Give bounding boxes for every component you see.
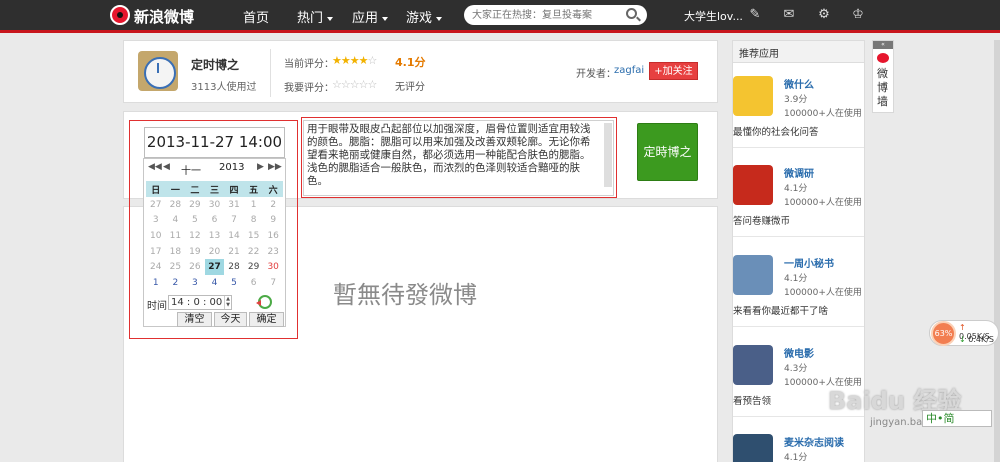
input-method-bar[interactable]: 中•简: [922, 410, 992, 427]
weibo-logo-icon: [877, 53, 889, 63]
arrow-down-icon: ↓: [959, 335, 966, 344]
nav-label: 首页: [243, 11, 270, 26]
no-score-text: 无评分: [395, 82, 425, 93]
weibo-wall-tab[interactable]: « 微博墙: [872, 40, 894, 113]
divider: [270, 49, 271, 97]
download-speed: ↓ 0.4K/S: [959, 335, 994, 344]
app-thumbnail-icon[interactable]: [733, 434, 773, 462]
chevron-down-icon: [327, 16, 334, 21]
nav-label: 应用: [352, 11, 379, 26]
app-users: 100000+人在使用: [784, 109, 862, 119]
app-name-link[interactable]: 微调研: [784, 165, 814, 180]
app-users: 100000+人在使用: [784, 198, 862, 208]
app-description: 答问卷赚微币: [733, 216, 791, 227]
divider: [733, 236, 864, 237]
app-thumbnail-icon[interactable]: [733, 165, 773, 205]
nav-apps[interactable]: 应用: [352, 7, 389, 26]
username-link[interactable]: 大学生lov...: [684, 8, 743, 24]
divider: [733, 147, 864, 148]
search-box: [464, 5, 647, 25]
app-rating: 4.1分: [784, 184, 808, 194]
chevron-down-icon: [436, 16, 443, 21]
follow-button[interactable]: +加关注: [649, 62, 698, 80]
app-thumbnail-icon[interactable]: [733, 345, 773, 385]
app-thumbnail-icon[interactable]: [733, 76, 773, 116]
nav-label: 热门: [297, 11, 324, 26]
my-rating-label: 我要评分：: [284, 83, 334, 94]
download-speed-value: 0.4K/S: [968, 335, 994, 344]
recommended-app-item[interactable]: 一周小秘书 4.1分 100000+人在使用 来看看你最近都干了啥: [733, 255, 864, 345]
current-rating-label: 当前评分：: [284, 59, 334, 70]
app-user-count: 3113人使用过: [191, 82, 257, 93]
app-description: 最懂你的社会化问答: [733, 127, 819, 138]
current-rating-stars: ★★★★☆: [332, 54, 377, 67]
app-rating: 4.1分: [784, 453, 808, 462]
network-speed-widget[interactable]: 63% ↑ 0.05K/S ↓ 0.4K/S: [929, 320, 999, 346]
nav-games[interactable]: 游戏: [406, 7, 443, 26]
logo-text[interactable]: 新浪微博: [134, 6, 194, 27]
search-input[interactable]: [472, 8, 620, 22]
app-users: 100000+人在使用: [784, 288, 862, 298]
highlight-box: [129, 120, 298, 339]
app-name-link[interactable]: 微什么: [784, 76, 814, 91]
app-thumbnail-icon[interactable]: [733, 255, 773, 295]
app-rating: 4.3分: [784, 364, 808, 374]
recommended-app-item[interactable]: 微什么 3.9分 100000+人在使用 最懂你的社会化问答: [733, 76, 864, 166]
app-name: 定时博之: [191, 58, 240, 72]
chevron-down-icon: [382, 16, 389, 21]
nav-label: 游戏: [406, 11, 433, 26]
app-name-link[interactable]: 微电影: [784, 345, 814, 360]
nav-hot[interactable]: 热门: [297, 7, 334, 26]
memory-usage-badge[interactable]: 63%: [931, 321, 956, 346]
search-icon[interactable]: [626, 8, 637, 19]
app-rating: 4.1分: [784, 274, 808, 284]
edit-icon[interactable]: ✎: [748, 8, 762, 22]
arrow-up-icon: ↑: [959, 323, 966, 332]
weibo-wall-label: 微博墙: [877, 67, 888, 108]
developer-label: 开发者：: [576, 69, 616, 80]
app-name-link[interactable]: 一周小秘书: [784, 255, 834, 270]
my-rating-stars[interactable]: ☆☆☆☆☆: [332, 78, 377, 91]
divider: [733, 326, 864, 327]
recommended-app-item[interactable]: 微调研 4.1分 100000+人在使用 答问卷赚微币: [733, 165, 864, 255]
developer-link[interactable]: zagfai: [614, 65, 644, 76]
crown-icon[interactable]: ♔: [851, 8, 865, 22]
app-clock-icon: [138, 51, 178, 91]
sidebar-title: 推荐应用: [733, 41, 864, 63]
gear-icon[interactable]: ⚙: [817, 8, 831, 22]
top-navigation-bar: 新浪微博 首页 热门 应用 游戏 大学生lov... ✎ ✉ ⚙ ♔: [0, 0, 1000, 33]
app-info-panel: 定时博之 3113人使用过 当前评分： ★★★★☆ 4.1分 我要评分： ☆☆☆…: [123, 40, 718, 103]
weibo-logo-icon[interactable]: [110, 5, 130, 25]
collapse-icon[interactable]: «: [873, 41, 893, 49]
app-description: 来看看你最近都干了啥: [733, 306, 829, 317]
page-edge: [994, 40, 1000, 462]
highlight-box: [301, 117, 617, 198]
empty-message: 暫無待發微博: [333, 281, 477, 309]
app-description: 看预告领: [733, 396, 772, 407]
app-rating: 3.9分: [784, 95, 808, 105]
current-score: 4.1分: [395, 56, 426, 69]
nav-home[interactable]: 首页: [243, 7, 269, 26]
header-divider: [0, 30, 1000, 33]
mail-icon[interactable]: ✉: [782, 8, 796, 22]
schedule-post-button[interactable]: 定時博之: [637, 123, 698, 181]
